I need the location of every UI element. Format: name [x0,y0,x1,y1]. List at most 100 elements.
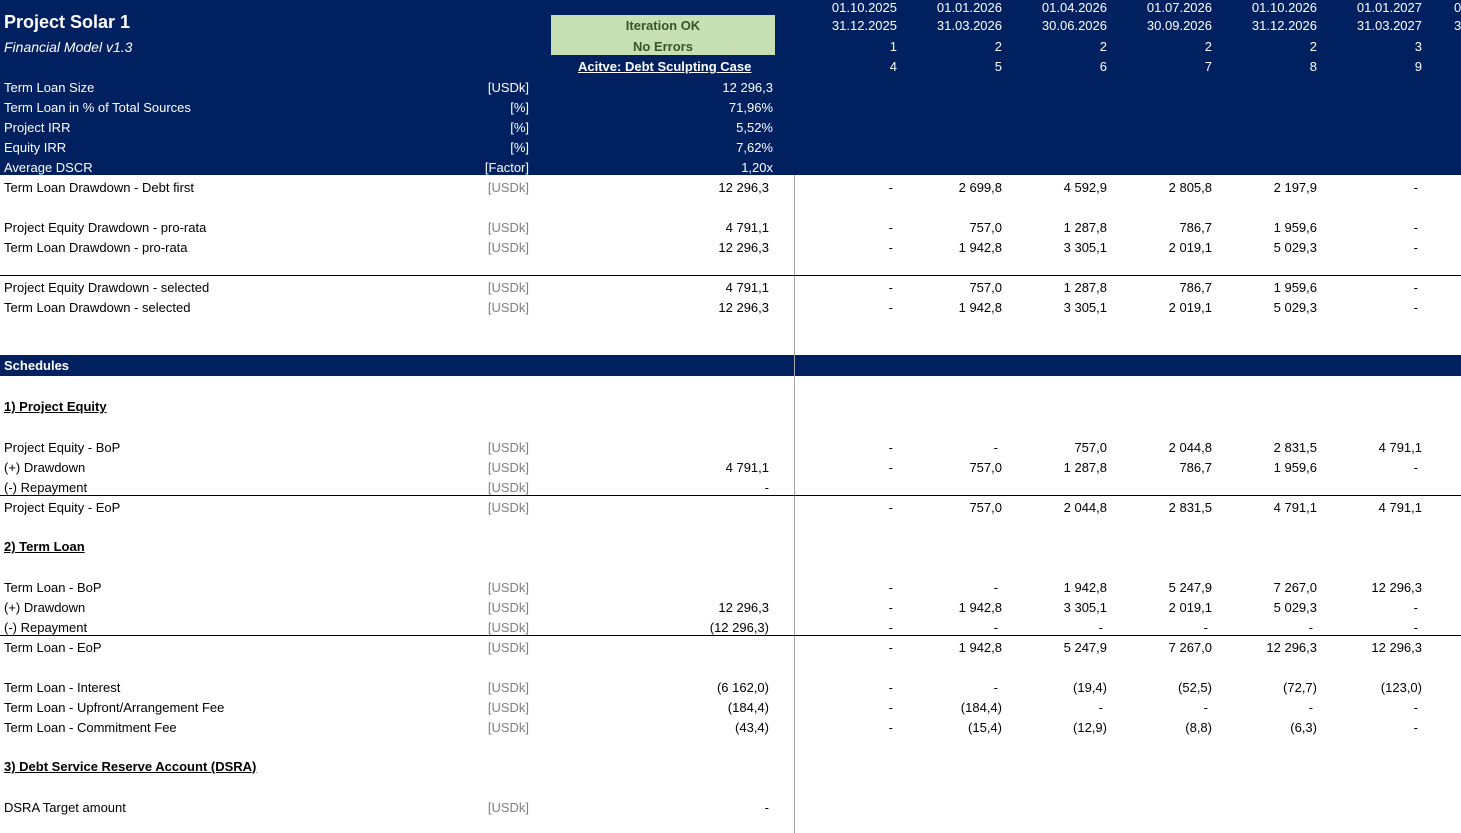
row-value: 786,7 [1179,280,1212,295]
row-value: 5 029,3 [1273,600,1317,615]
row-value: 7 267,0 [1168,640,1212,655]
row-label: Term Loan - EoP [4,640,102,655]
row-value: 1 959,6 [1273,220,1317,235]
row-value: 2 044,8 [1063,500,1107,515]
row-value: - [1308,700,1313,715]
row-value: - [1203,700,1208,715]
period-end-date: 31.12.2025 [831,18,897,33]
row-value: (15,4) [968,720,1002,735]
kpi-unit: [USDk] [487,80,529,95]
row-label: Term Loan - Interest [4,680,121,695]
model-subtitle: Financial Model v1.3 [4,39,133,55]
period-start-date-partial: 0 [1454,0,1461,15]
row-value: 2 197,9 [1273,180,1317,195]
row-value: - [888,680,893,695]
schedules-label: Schedules [4,358,70,373]
row-unit: [USDk] [487,240,529,255]
row-value: - [888,700,893,715]
period-end-date: 31.03.2026 [936,18,1002,33]
row-unit: [USDk] [487,580,529,595]
rule-equity-eop [0,495,1461,496]
row-value: - [1413,180,1418,195]
row-value: 757,0 [969,220,1002,235]
active-case-link[interactable]: Acitve: Debt Sculpting Case [578,59,751,74]
iteration-status: Iteration OK [625,18,701,33]
row-value: 2 831,5 [1168,500,1212,515]
row-value: - [888,720,893,735]
row-unit: [USDk] [487,220,529,235]
section-heading-dsra: 3) Debt Service Reserve Account (DSRA) [4,759,257,774]
row-label: (-) Repayment [4,480,88,495]
kpi-label: Project IRR [4,120,71,135]
row-label: Project Equity Drawdown - selected [4,280,210,295]
kpi-unit: [Factor] [484,160,529,175]
kpi-label: Equity IRR [4,140,67,155]
period-year-index: 2 [1099,39,1107,54]
row-value: - [888,460,893,475]
row-total: (6 162,0) [716,680,769,695]
row-value: 757,0 [969,500,1002,515]
row-label: (+) Drawdown [4,460,86,475]
row-value: (72,7) [1283,680,1317,695]
row-value: - [888,440,893,455]
kpi-unit: [%] [510,120,529,135]
row-value: - [1413,220,1418,235]
period-index: 4 [889,59,897,74]
period-year-index: 2 [1204,39,1212,54]
row-value: (8,8) [1185,720,1212,735]
schedules-bar [0,355,1461,376]
kpi-value: 71,96% [728,100,773,115]
period-year-index: 2 [1309,39,1317,54]
period-start-date: 01.10.2025 [831,0,897,15]
row-value: (184,4) [960,700,1002,715]
row-value: 3 305,1 [1063,600,1107,615]
row-label: Project Equity Drawdown - pro-rata [4,220,207,235]
row-value: - [993,680,998,695]
row-value: 5 029,3 [1273,240,1317,255]
row-value: - [1413,600,1418,615]
row-value: 1 287,8 [1063,280,1107,295]
status-box: Iteration OK No Errors [551,15,775,55]
row-value: 4 791,1 [1273,500,1317,515]
row-value: - [888,240,893,255]
row-unit: [USDk] [487,680,529,695]
row-label: (-) Repayment [4,620,88,635]
row-total: - [764,800,769,815]
row-label: Term Loan - Commitment Fee [4,720,177,735]
row-value: 3 305,1 [1063,300,1107,315]
row-value: 786,7 [1179,460,1212,475]
row-value: 1 942,8 [958,600,1002,615]
row-unit: [USDk] [487,480,529,495]
row-total: (43,4) [735,720,769,735]
period-end-date: 30.06.2026 [1041,18,1107,33]
row-label: Term Loan - BoP [4,580,102,595]
row-value: (52,5) [1178,680,1212,695]
row-value: - [888,280,893,295]
period-end-date: 31.03.2027 [1356,18,1422,33]
row-value: - [888,220,893,235]
row-unit: [USDk] [487,800,529,815]
rule-loan-eop [0,635,1461,636]
period-start-date: 01.01.2027 [1356,0,1422,15]
row-unit: [USDk] [487,600,529,615]
row-unit: [USDk] [487,700,529,715]
row-value: - [1413,300,1418,315]
row-value: - [888,600,893,615]
period-end-date: 31.12.2026 [1251,18,1317,33]
row-label: DSRA Target amount [4,800,126,815]
kpi-unit: [%] [510,140,529,155]
period-index: 9 [1414,59,1422,74]
period-end-date-partial: 3 [1454,18,1461,33]
row-value: - [1413,460,1418,475]
row-value: - [993,620,998,635]
row-value: 2 831,5 [1273,440,1317,455]
row-value: 2 805,8 [1168,180,1212,195]
period-start-date: 01.07.2026 [1146,0,1212,15]
row-value: - [1098,700,1103,715]
row-value: 757,0 [969,280,1002,295]
row-value: - [1098,620,1103,635]
row-total: 12 296,3 [718,240,769,255]
row-unit: [USDk] [487,640,529,655]
row-value: 12 296,3 [1266,640,1317,655]
period-start-date: 01.01.2026 [936,0,1002,15]
